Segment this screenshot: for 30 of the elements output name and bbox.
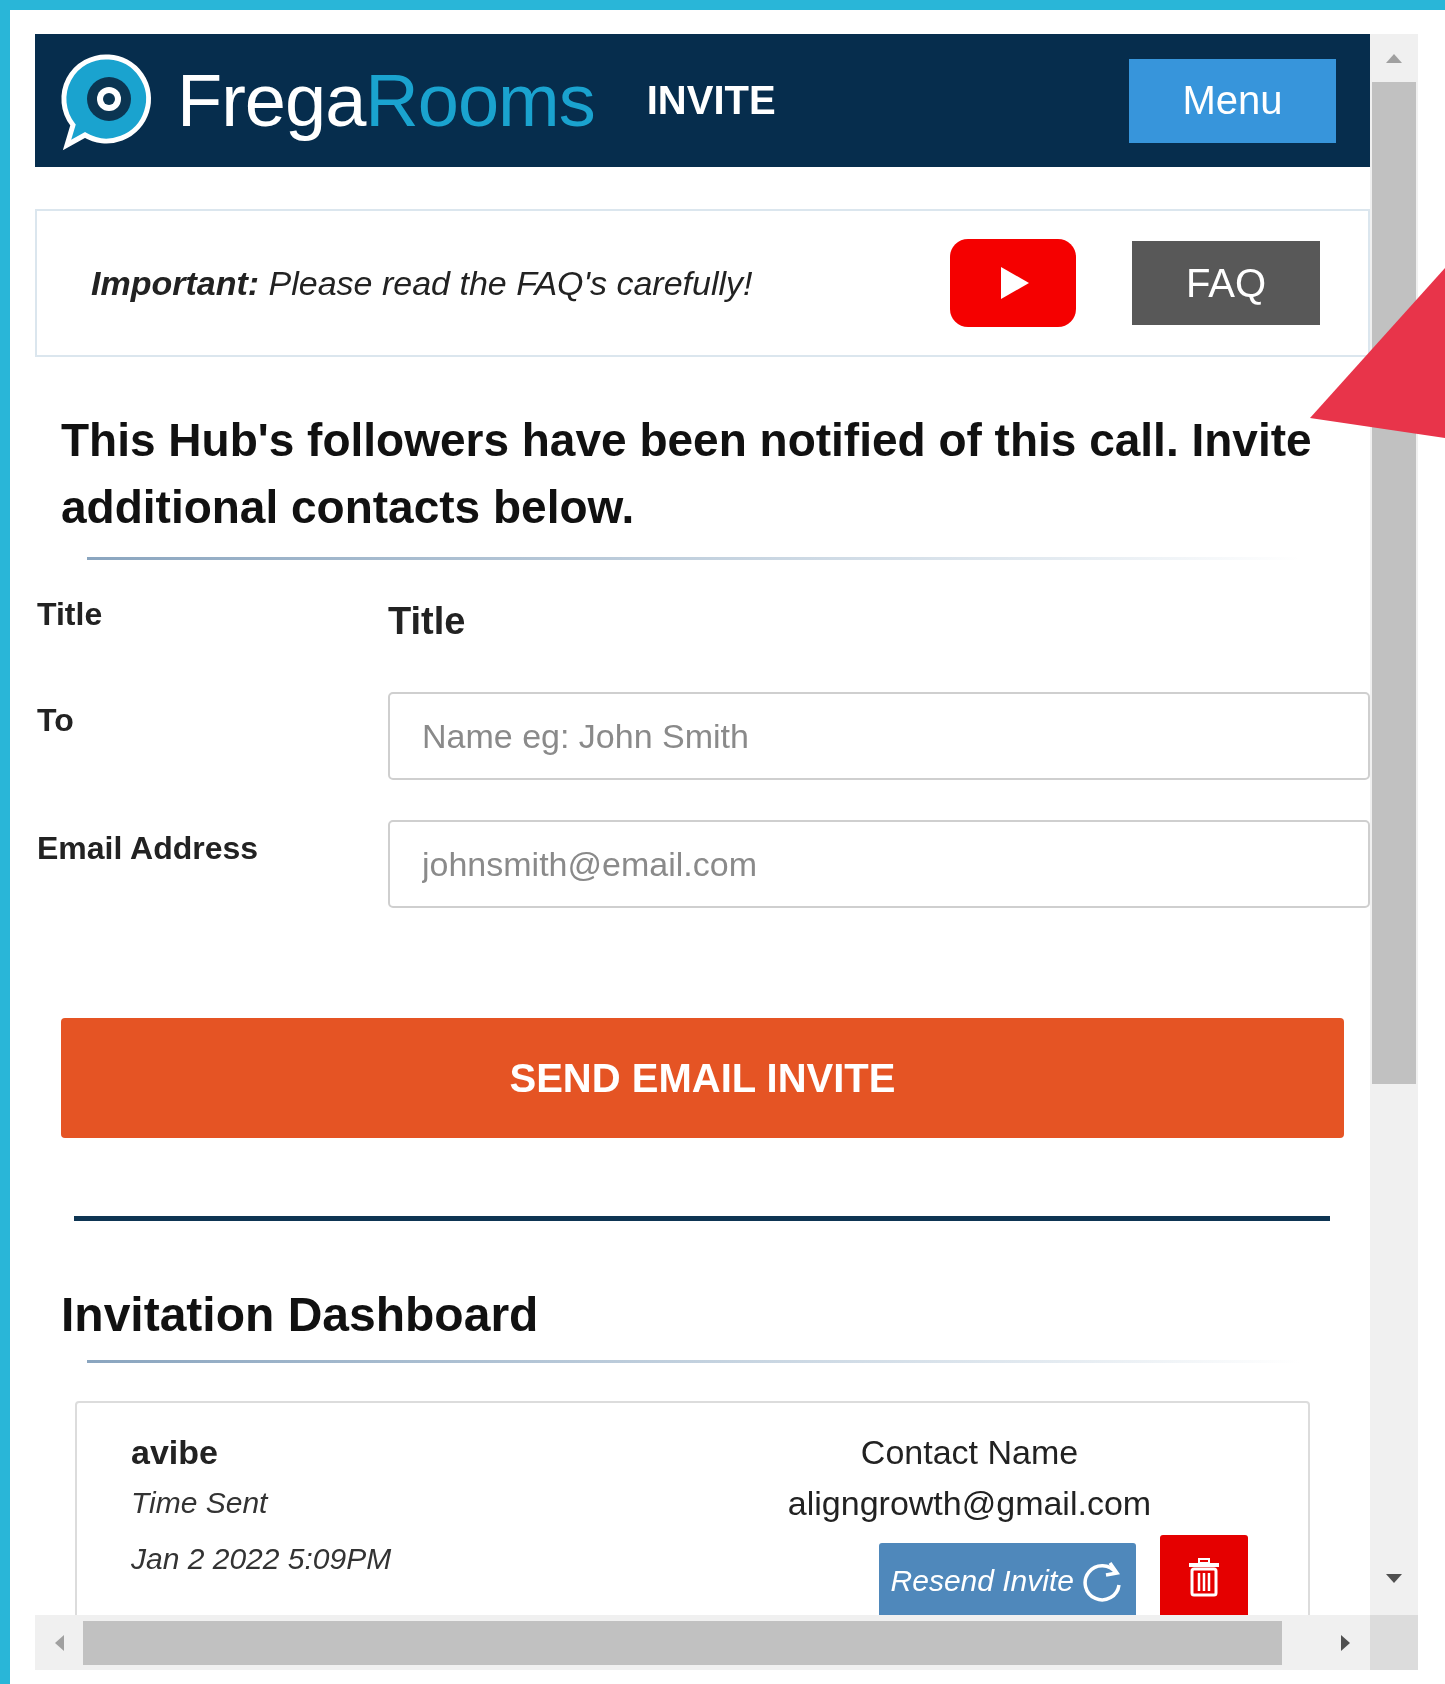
time-label: Time Sent — [131, 1486, 270, 1520]
delete-button[interactable] — [1160, 1535, 1248, 1615]
time-sent: Jan 2 2022 5:09PM — [131, 1542, 393, 1576]
intro-heading: This Hub's followers have been notified of this call. Invite additional contacts below. — [61, 413, 1313, 535]
field-label: Email Address — [36, 829, 260, 868]
resend-button[interactable]: Resend Invite — [878, 1543, 1136, 1615]
faq-button[interactable]: FAQ — [1132, 241, 1320, 325]
contact-name: Contact Name — [860, 1433, 1079, 1472]
contact-email: aligngrowth@gmail.com — [787, 1484, 1152, 1523]
horizontal-scrollbar[interactable] — [35, 1615, 1370, 1670]
dashboard-heading: Invitation Dashboard — [61, 1287, 540, 1342]
notice-text: Important: Please read the FAQ's carefully! — [91, 263, 753, 303]
send-invite-button[interactable]: SEND EMAIL INVITE — [61, 1018, 1344, 1138]
page-label: INVITE — [646, 78, 776, 123]
field-label: To — [36, 701, 75, 740]
input-field[interactable]: Name eg: John Smith — [388, 692, 1370, 780]
scroll-down-icon[interactable] — [1384, 1573, 1404, 1585]
video-play-button[interactable] — [950, 239, 1076, 327]
scrollbar-corner — [1370, 1615, 1418, 1670]
brand-logo-text: FregaRooms — [177, 58, 595, 143]
menu-button[interactable]: Menu — [1129, 58, 1336, 143]
refresh-icon — [1080, 1559, 1124, 1603]
title-value: Title — [388, 599, 467, 644]
scroll-up-icon[interactable] — [1384, 52, 1404, 64]
field-label: Title — [36, 596, 104, 634]
vertical-scrollbar[interactable] — [1370, 34, 1418, 1615]
invite-name: avibe — [131, 1433, 219, 1472]
scroll-right-icon[interactable] — [1340, 1632, 1352, 1653]
scroll-left-icon[interactable] — [53, 1632, 65, 1653]
trash-icon — [1187, 1557, 1221, 1597]
